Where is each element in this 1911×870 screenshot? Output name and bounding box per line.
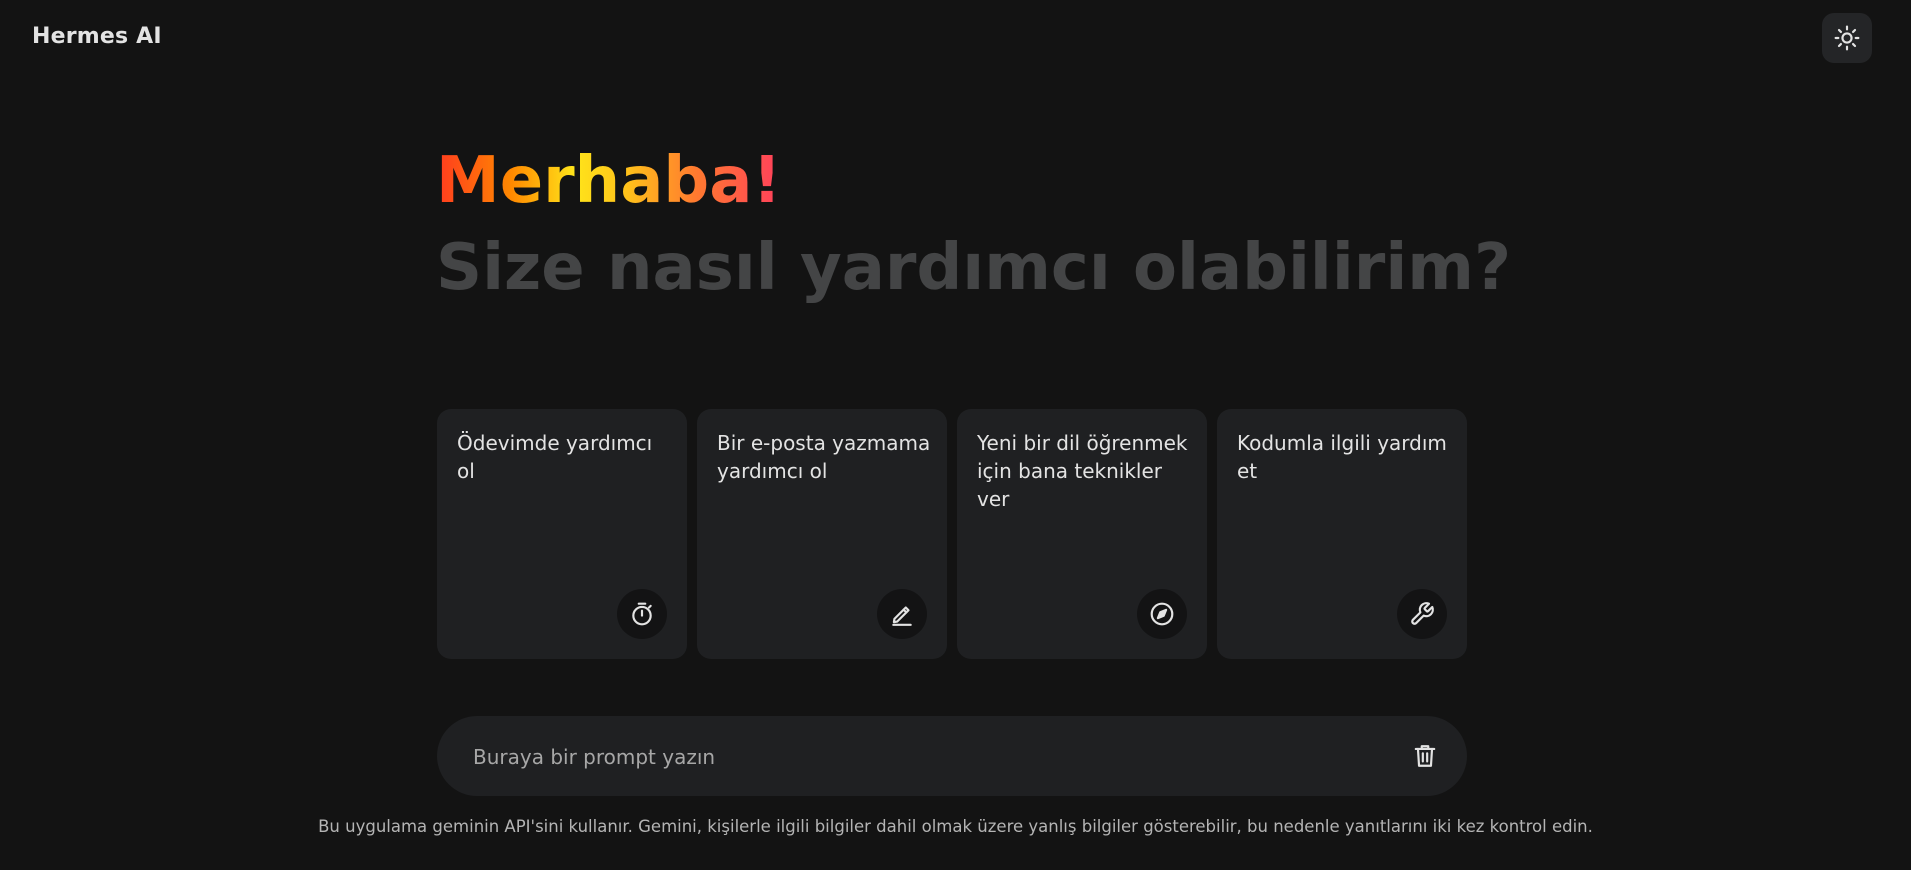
theme-toggle-button[interactable]: [1822, 13, 1872, 63]
card-icon-container: [617, 589, 667, 639]
trash-icon: [1414, 745, 1436, 767]
hero: Merhaba! Size nasıl yardımcı olabilirim?: [436, 140, 1512, 310]
suggestion-text: Yeni bir dil öğrenmek için bana teknikle…: [977, 431, 1188, 511]
suggestion-text: Kodumla ilgili yardım et: [1237, 431, 1447, 483]
navbar: Hermes AI: [0, 0, 1911, 76]
wrench-icon: [1411, 602, 1434, 625]
suggestion-card-email[interactable]: Bir e-posta yazmama yardımcı ol: [697, 409, 947, 659]
suggestion-text: Bir e-posta yazmama yardımcı ol: [717, 431, 931, 483]
pencil-icon: [892, 606, 912, 626]
disclaimer-text: Bu uygulama geminin API'sini kullanır. G…: [318, 817, 1593, 836]
card-icon-container: [1397, 589, 1447, 639]
compass-icon: [1150, 602, 1174, 626]
card-icon-container: [877, 589, 927, 639]
card-icon-container: [1137, 589, 1187, 639]
suggestion-card-homework[interactable]: Ödevimde yardımcı ol: [437, 409, 687, 659]
suggestion-card-language[interactable]: Yeni bir dil öğrenmek için bana teknikle…: [957, 409, 1207, 659]
suggestion-list: Ödevimde yardımcı ol Bir e-posta yazmama…: [437, 409, 1467, 659]
delete-chat-button[interactable]: [1405, 736, 1445, 776]
suggestion-text: Ödevimde yardımcı ol: [457, 431, 653, 483]
greeting-subtitle: Size nasıl yardımcı olabilirim?: [436, 231, 1512, 305]
prompt-bar: [437, 716, 1467, 798]
sun-icon: [1834, 25, 1860, 51]
greeting-title: Merhaba!: [436, 140, 782, 222]
suggestion-card-code[interactable]: Kodumla ilgili yardım et: [1217, 409, 1467, 659]
prompt-input[interactable]: [471, 716, 1355, 798]
app-title: Hermes AI: [32, 24, 162, 49]
timer-icon: [632, 602, 652, 626]
